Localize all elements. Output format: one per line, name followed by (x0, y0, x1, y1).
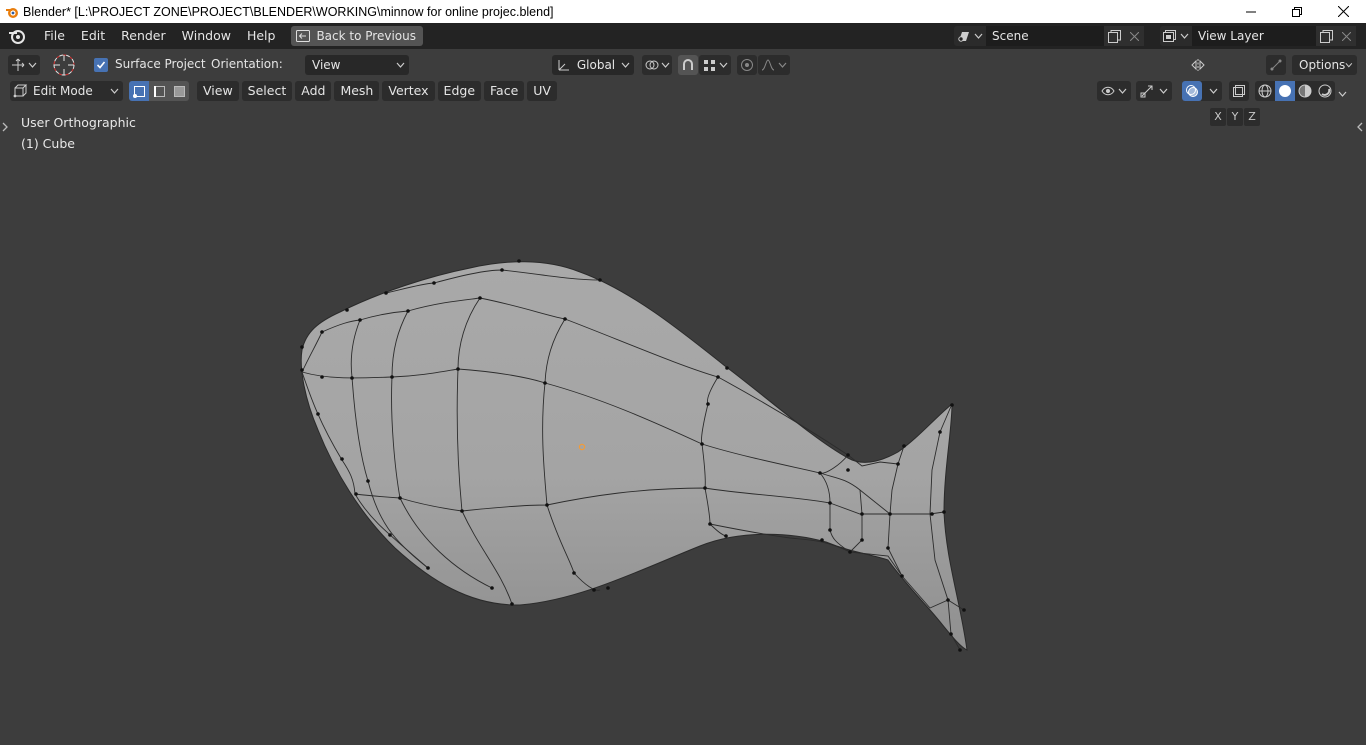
mirror-axes-icon[interactable] (1188, 55, 1208, 75)
mirror-y-toggle[interactable]: Y (1227, 108, 1243, 126)
chevron-down-icon (1338, 91, 1347, 97)
orientation-label: Orientation: (211, 57, 283, 71)
snap-target-dropdown[interactable] (699, 55, 731, 75)
proportional-edit-toggle[interactable] (737, 55, 757, 75)
edge-select-icon (153, 85, 165, 97)
vertex-select-icon (132, 85, 145, 98)
mode-header: Edit Mode View Select Add Mesh Vertex Ed… (0, 79, 1366, 103)
rendered-shading-button[interactable] (1315, 81, 1335, 101)
3d-cursor-icon[interactable] (52, 53, 76, 77)
view-name: User Orthographic (21, 115, 136, 130)
chevron-down-icon (661, 62, 669, 68)
snap-toggle[interactable] (678, 55, 698, 75)
fish-mesh-body[interactable] (300, 261, 968, 651)
select-mode-group (129, 81, 189, 101)
chevron-down-icon (1209, 88, 1218, 94)
mirror-z-toggle[interactable]: Z (1244, 108, 1260, 126)
chevron-down-icon (1159, 88, 1168, 94)
tool-header: Surface Project Orientation: View Global… (0, 52, 1366, 126)
mode-menus: View Select Add Mesh Vertex Edge Face UV (197, 81, 560, 101)
topology-mirror-icon (1270, 59, 1282, 71)
gizmo-icon (1140, 85, 1153, 98)
move-tool-icon (12, 58, 25, 71)
magnet-icon (683, 59, 693, 70)
wireframe-shading-button[interactable] (1255, 81, 1275, 101)
solid-shading-button[interactable] (1275, 81, 1295, 101)
vertex-select-mode-button[interactable] (129, 81, 149, 101)
surface-project-checkbox[interactable] (94, 58, 108, 72)
surface-project-label: Surface Project (115, 57, 206, 71)
topology-mirror-toggle[interactable] (1266, 55, 1286, 75)
visibility-dropdown[interactable] (1097, 81, 1131, 101)
orientation-dropdown[interactable]: View (305, 55, 409, 75)
chevron-down-icon (28, 62, 37, 68)
options-label: Options (1299, 58, 1346, 72)
solid-sphere-icon (1279, 85, 1291, 97)
toolbar-expand-arrow[interactable] (1, 121, 9, 133)
shading-mode-group (1255, 81, 1335, 101)
active-object-name: (1) Cube (21, 136, 75, 151)
transform-pivot-dropdown[interactable] (8, 55, 40, 75)
wireframe-icon (1258, 84, 1272, 98)
menu-add[interactable]: Add (295, 81, 332, 101)
mode-value: Edit Mode (33, 84, 93, 98)
transform-orientation-value: Global (576, 58, 616, 72)
chevron-down-icon (1118, 88, 1127, 94)
gizmo-dropdown[interactable] (1136, 81, 1172, 101)
chevron-down-icon (621, 62, 630, 68)
falloff-curve-icon (761, 59, 775, 71)
chevron-down-icon (1345, 62, 1353, 68)
menu-face[interactable]: Face (484, 81, 525, 101)
options-dropdown[interactable]: Options (1292, 55, 1357, 75)
overlays-icon (1186, 85, 1198, 97)
mode-dropdown[interactable]: Edit Mode (10, 81, 123, 101)
menu-mesh[interactable]: Mesh (334, 81, 380, 101)
edit-mode-icon (13, 84, 28, 98)
chevron-down-icon (778, 62, 787, 68)
transform-orientation-dropdown[interactable]: Global (552, 55, 634, 75)
rendered-sphere-icon (1318, 84, 1332, 98)
mirror-x-toggle[interactable]: X (1210, 108, 1226, 126)
proportional-edit-icon (741, 59, 753, 71)
viewport-mesh-canvas[interactable] (0, 0, 1366, 745)
eye-icon (1101, 86, 1115, 96)
orientation-value: View (312, 58, 341, 72)
menu-select[interactable]: Select (241, 81, 293, 101)
overlays-dropdown[interactable] (1182, 81, 1222, 101)
global-orientation-icon (558, 60, 569, 71)
sidebar-expand-arrow[interactable] (1356, 121, 1364, 133)
overlays-toggle[interactable] (1182, 81, 1202, 101)
material-shading-button[interactable] (1295, 81, 1315, 101)
falloff-dropdown[interactable] (758, 55, 790, 75)
menu-view[interactable]: View (197, 81, 239, 101)
menu-vertex[interactable]: Vertex (382, 81, 435, 101)
pivot-point-dropdown[interactable] (642, 55, 672, 75)
face-select-mode-button[interactable] (169, 81, 189, 101)
menu-edge[interactable]: Edge (437, 81, 482, 101)
menu-uv[interactable]: UV (527, 81, 557, 101)
xray-toggle[interactable] (1229, 81, 1249, 101)
edge-select-mode-button[interactable] (149, 81, 169, 101)
chevron-down-icon (719, 62, 727, 68)
pivot-icon (645, 60, 658, 70)
chevron-down-icon (110, 88, 119, 94)
face-select-icon (173, 85, 185, 97)
xray-icon (1233, 85, 1245, 97)
shading-options-dropdown[interactable] (1338, 86, 1348, 97)
chevron-down-icon (396, 62, 405, 68)
increment-grid-icon (703, 59, 715, 71)
material-sphere-icon (1298, 84, 1312, 98)
